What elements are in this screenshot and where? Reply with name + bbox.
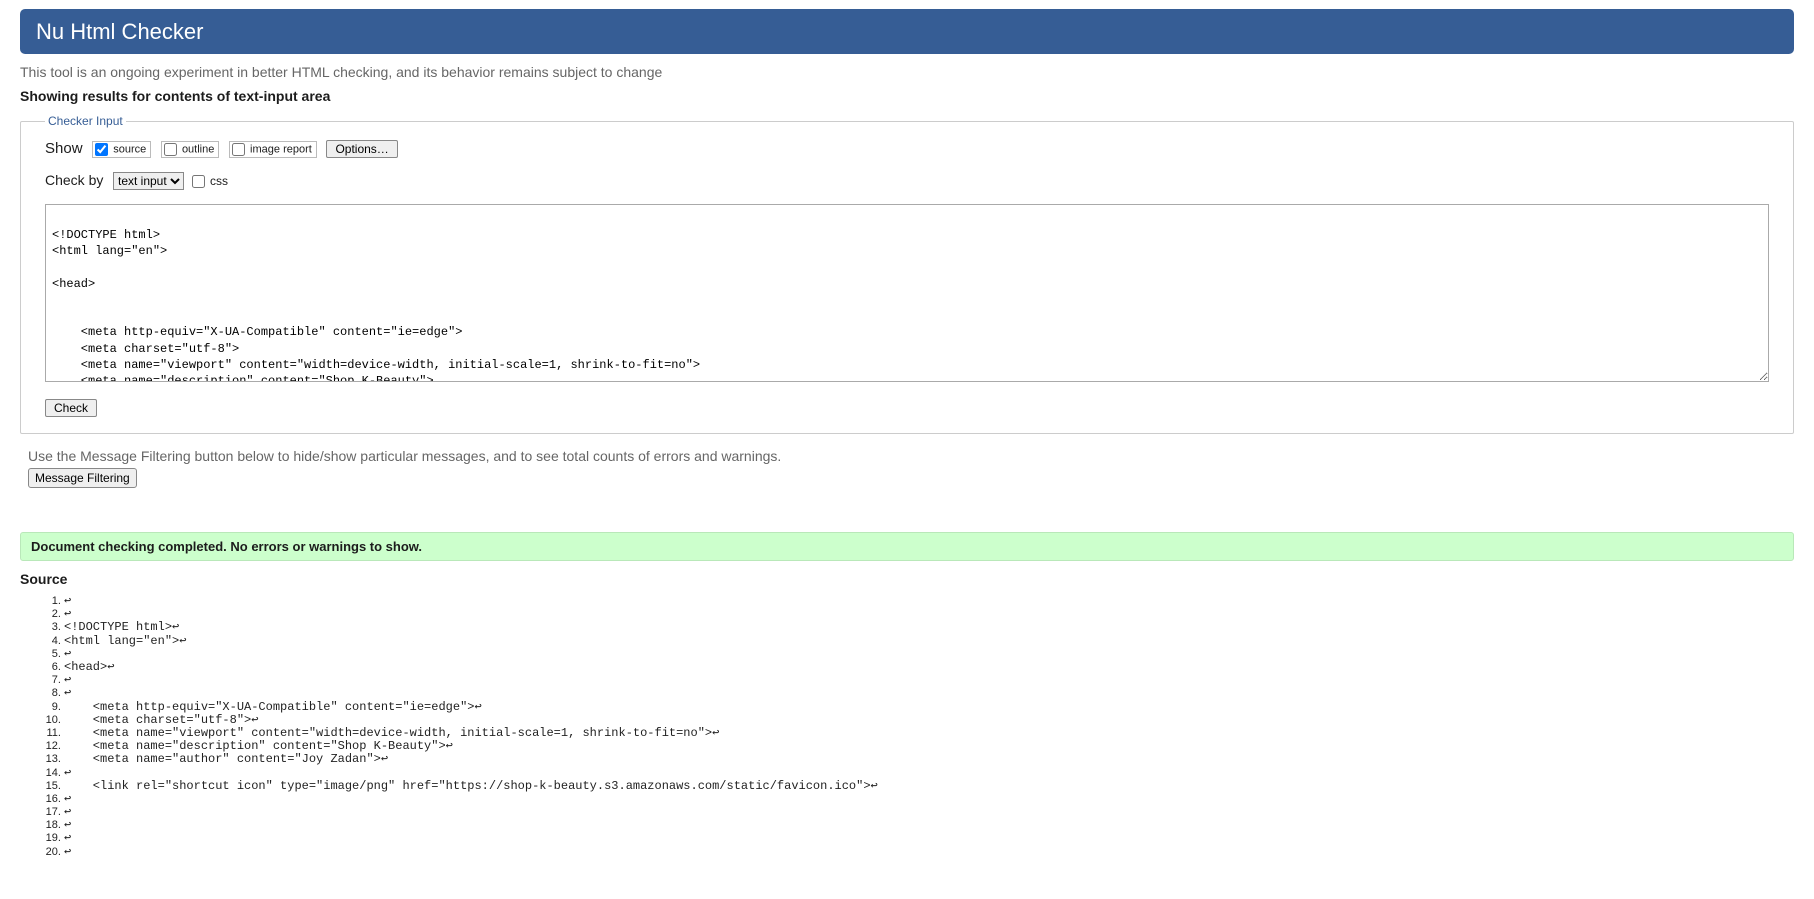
source-line: <meta charset="utf-8">↩: [64, 714, 1794, 727]
check-by-row: Check by text input css: [45, 172, 1769, 190]
outline-option[interactable]: outline: [161, 141, 219, 158]
source-cb-label: source: [113, 144, 146, 156]
source-line: ↩: [64, 595, 1794, 608]
check-button[interactable]: Check: [45, 399, 97, 417]
source-line: <!DOCTYPE html>↩: [64, 621, 1794, 634]
image-report-option[interactable]: image report: [229, 141, 317, 158]
source-line: <head>↩: [64, 661, 1794, 674]
source-line: <link rel="shortcut icon" type="image/pn…: [64, 780, 1794, 793]
source-heading: Source: [20, 571, 1794, 587]
show-label: Show: [45, 140, 83, 157]
show-row: Show source outline image report Options…: [45, 140, 1769, 158]
css-cb-label: css: [210, 174, 228, 188]
checker-input-fieldset: Checker Input Show source outline image …: [20, 114, 1794, 434]
source-line: <html lang="en">↩: [64, 635, 1794, 648]
source-line: ↩: [64, 767, 1794, 780]
css-option[interactable]: css: [192, 174, 228, 188]
source-line: ↩: [64, 846, 1794, 859]
source-line: ↩: [64, 608, 1794, 621]
source-line: ↩: [64, 793, 1794, 806]
source-option[interactable]: source: [92, 141, 151, 158]
source-textarea[interactable]: [45, 204, 1769, 382]
check-by-label: Check by: [45, 172, 103, 188]
page-title: Nu Html Checker: [20, 9, 1794, 54]
checker-legend: Checker Input: [45, 114, 126, 128]
message-filtering-button[interactable]: Message Filtering: [28, 468, 137, 488]
options-button[interactable]: Options…: [326, 140, 397, 158]
source-line: <meta name="author" content="Joy Zadan">…: [64, 753, 1794, 766]
source-line: ↩: [64, 687, 1794, 700]
source-line: ↩: [64, 674, 1794, 687]
intro-text: This tool is an ongoing experiment in be…: [20, 64, 1794, 80]
source-line: <meta http-equiv="X-UA-Compatible" conte…: [64, 701, 1794, 714]
image-report-cb-label: image report: [250, 144, 312, 156]
css-checkbox[interactable]: [192, 175, 205, 188]
source-line: ↩: [64, 832, 1794, 845]
source-checkbox[interactable]: [95, 143, 108, 156]
source-line: ↩: [64, 648, 1794, 661]
filter-hint: Use the Message Filtering button below t…: [28, 448, 1794, 464]
source-line: ↩: [64, 806, 1794, 819]
success-banner: Document checking completed. No errors o…: [20, 532, 1794, 561]
source-listing: ↩↩<!DOCTYPE html>↩<html lang="en">↩↩<hea…: [20, 595, 1794, 859]
outline-cb-label: outline: [182, 144, 214, 156]
results-heading: Showing results for contents of text-inp…: [20, 88, 1794, 104]
outline-checkbox[interactable]: [164, 143, 177, 156]
source-line: ↩: [64, 819, 1794, 832]
check-by-select[interactable]: text input: [113, 172, 184, 190]
image-report-checkbox[interactable]: [232, 143, 245, 156]
